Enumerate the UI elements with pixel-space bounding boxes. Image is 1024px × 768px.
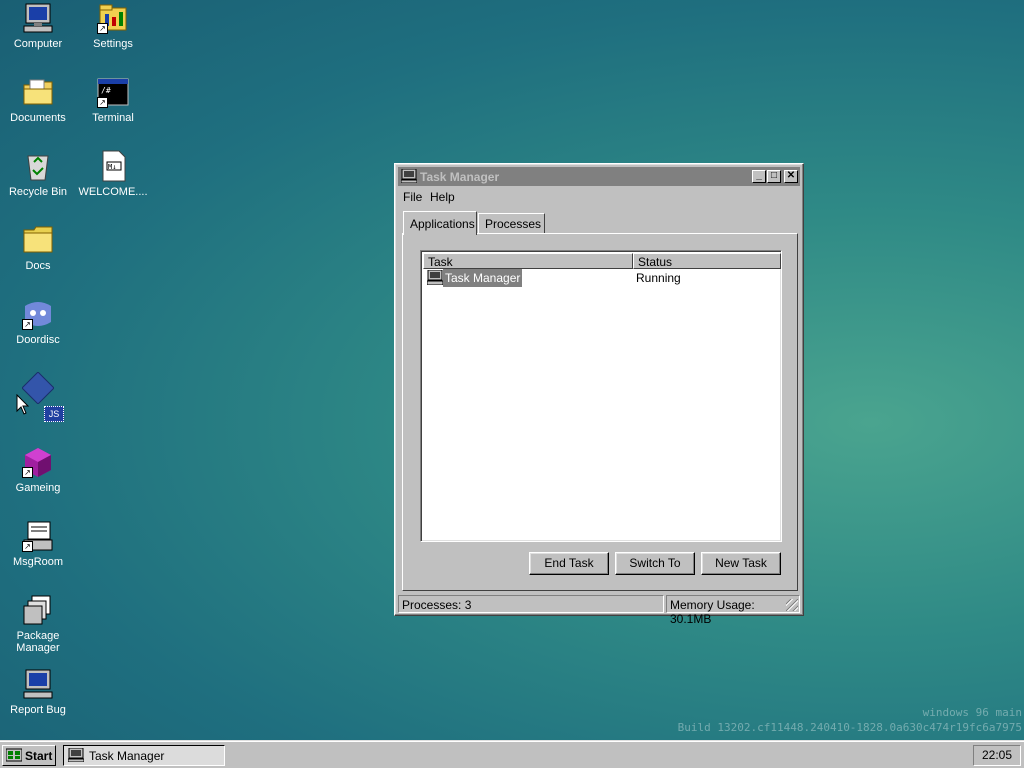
computer-icon — [22, 2, 54, 34]
tab-processes[interactable]: Processes — [478, 213, 545, 233]
folder-icon — [22, 224, 54, 256]
close-button[interactable]: ✕ — [784, 170, 798, 183]
window-title: Task Manager — [420, 170, 500, 184]
end-task-button[interactable]: End Task — [529, 552, 609, 575]
task-manager-icon — [427, 270, 443, 285]
build-watermark-line2: Build 13202.cf11448.240410-1828.0a630c47… — [677, 721, 1022, 734]
menu-help[interactable]: Help — [430, 190, 455, 204]
menu-file[interactable]: File — [403, 190, 422, 204]
svg-text:M↓: M↓ — [108, 163, 116, 171]
desktop-icon-label: Documents — [10, 112, 66, 124]
start-label: Start — [25, 749, 53, 763]
documents-folder-icon — [22, 76, 54, 108]
desktop-icon-recycle-bin[interactable]: Recycle Bin — [2, 150, 74, 198]
switch-to-button[interactable]: Switch To — [615, 552, 695, 575]
build-watermark-line1: windows 96 main — [922, 706, 1022, 719]
minimize-button[interactable]: _ — [752, 170, 766, 183]
start-button[interactable]: Start — [2, 745, 56, 766]
desktop-icon-settings[interactable]: ↗ Settings — [77, 2, 149, 50]
desktop-icon-docs[interactable]: Docs — [2, 224, 74, 272]
task-status: Running — [636, 271, 681, 285]
desktop-icon-documents[interactable]: Documents — [2, 76, 74, 124]
desktop-icon-report-bug[interactable]: Report Bug — [2, 668, 74, 716]
tab-applications[interactable]: Applications — [403, 211, 477, 235]
desktop-icon-label: MsgRoom — [12, 556, 64, 568]
table-row[interactable]: Task Manager Running — [423, 269, 779, 287]
desktop-icon-label: Package Manager — [16, 630, 60, 654]
document-icon: M↓ — [97, 150, 129, 182]
window-titlebar[interactable]: Task Manager _ □ ✕ — [398, 167, 800, 186]
shortcut-arrow-icon: ↗ — [22, 467, 33, 478]
task-list[interactable]: Task Status Task Manager Running — [420, 250, 782, 542]
msgroom-icon: ↗ — [22, 520, 54, 552]
desktop-icon-welcome[interactable]: M↓ WELCOME.... — [77, 150, 149, 198]
recycle-bin-icon — [22, 150, 54, 182]
task-name: Task Manager — [443, 269, 523, 287]
taskbar-item-task-manager[interactable]: Task Manager — [63, 745, 225, 766]
new-task-button[interactable]: New Task — [701, 552, 781, 575]
desktop-icon-gameing[interactable]: ↗ Gameing — [2, 446, 74, 494]
svg-text:/#: /# — [101, 86, 111, 95]
settings-icon: ↗ — [97, 2, 129, 34]
shortcut-arrow-icon: ↗ — [22, 541, 33, 552]
desktop-icon-package-manager[interactable]: Package Manager — [2, 594, 74, 654]
desktop-icon-label: Terminal — [92, 112, 134, 124]
resize-grip-icon[interactable] — [786, 599, 798, 611]
applications-panel: Task Status Task Manager Running End Tas… — [402, 233, 798, 591]
desktop-icon-js-app[interactable]: JS — [2, 371, 74, 422]
package-manager-icon — [22, 594, 54, 626]
mouse-cursor-icon — [16, 394, 30, 415]
status-memory: Memory Usage: 30.1MB — [666, 595, 800, 626]
desktop-icon-label: Report Bug — [10, 704, 66, 716]
clock[interactable]: 22:05 — [973, 745, 1021, 766]
column-header-task[interactable]: Task — [423, 253, 633, 269]
menubar: File Help — [398, 188, 800, 206]
taskbar: Start Task Manager 22:05 — [0, 740, 1024, 768]
task-manager-window: Task Manager _ □ ✕ File Help Application… — [394, 163, 804, 626]
game-cube-icon: ↗ — [22, 446, 54, 478]
desktop-icon-label: Settings — [93, 38, 133, 50]
task-manager-icon — [401, 169, 417, 183]
desktop-icon-label: Computer — [13, 38, 63, 50]
shortcut-arrow-icon: ↗ — [97, 23, 108, 34]
report-bug-icon — [22, 668, 54, 700]
desktop-icon-label: Recycle Bin — [8, 186, 68, 198]
desktop-icon-label: Docs — [25, 260, 51, 272]
terminal-icon: /# ↗ — [97, 76, 129, 108]
desktop-icon-msgroom[interactable]: ↗ MsgRoom — [2, 520, 74, 568]
status-processes: Processes: 3 — [398, 595, 664, 613]
shortcut-arrow-icon: ↗ — [22, 319, 33, 330]
desktop-icon-label: WELCOME.... — [78, 186, 148, 198]
desktop-icon-computer[interactable]: Computer — [2, 2, 74, 50]
start-logo-icon — [6, 748, 22, 762]
status-bar: Processes: 3 Memory Usage: 30.1MB — [398, 594, 800, 626]
taskbar-item-label: Task Manager — [89, 749, 165, 763]
column-header-status[interactable]: Status — [633, 253, 781, 269]
desktop-icon-label: Doordisc — [16, 334, 60, 346]
shortcut-arrow-icon: ↗ — [97, 97, 108, 108]
task-manager-icon — [68, 748, 84, 762]
desktop-icon-doordisc[interactable]: ↗ Doordisc — [2, 298, 74, 346]
doordisc-icon: ↗ — [22, 298, 54, 330]
desktop-icon-label: Gameing — [15, 482, 61, 494]
maximize-button[interactable]: □ — [767, 170, 781, 183]
desktop-icon-terminal[interactable]: /# ↗ Terminal — [77, 76, 149, 124]
js-file-badge: JS — [44, 406, 64, 422]
